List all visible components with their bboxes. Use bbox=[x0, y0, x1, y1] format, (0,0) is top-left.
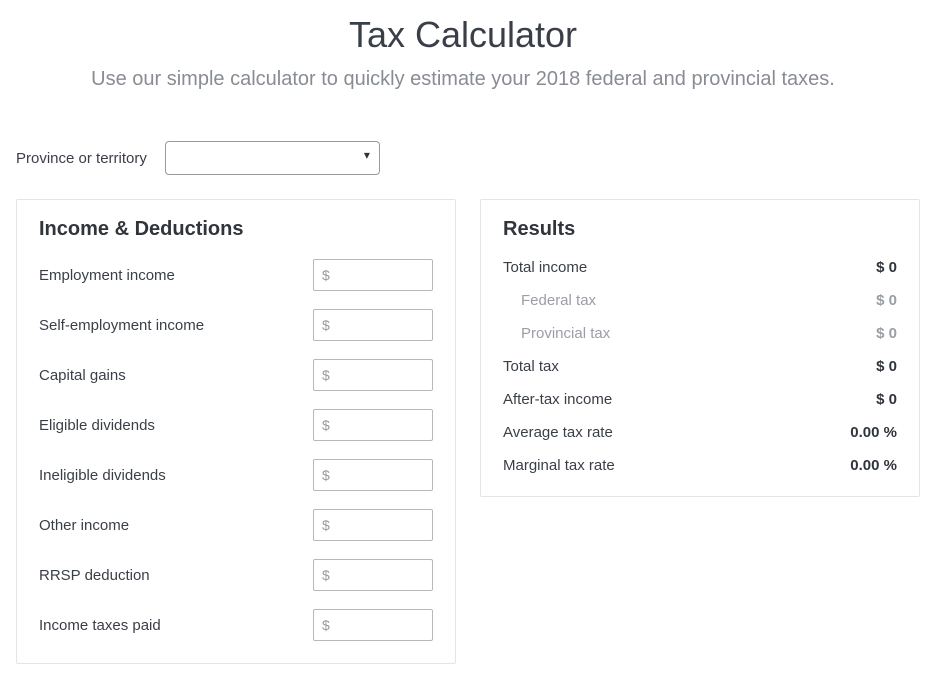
result-marginal-rate-value: 0.00 % bbox=[850, 457, 897, 474]
result-avg-rate-row: Average tax rate 0.00 % bbox=[503, 424, 897, 441]
province-label: Province or territory bbox=[16, 150, 147, 167]
eligible-dividends-row: Eligible dividends bbox=[39, 409, 433, 441]
page-title: Tax Calculator bbox=[16, 14, 910, 56]
province-select[interactable] bbox=[165, 141, 380, 175]
result-after-tax-income-row: After-tax income $ 0 bbox=[503, 391, 897, 408]
self-employment-income-row: Self-employment income bbox=[39, 309, 433, 341]
result-federal-tax-label: Federal tax bbox=[503, 292, 596, 309]
employment-income-label: Employment income bbox=[39, 267, 175, 284]
income-panel: Income & Deductions Employment income Se… bbox=[16, 199, 456, 664]
result-federal-tax-row: Federal tax $ 0 bbox=[503, 292, 897, 309]
result-total-income-value: $ 0 bbox=[876, 259, 897, 276]
result-federal-tax-value: $ 0 bbox=[876, 292, 897, 309]
ineligible-dividends-input[interactable] bbox=[313, 459, 433, 491]
result-marginal-rate-row: Marginal tax rate 0.00 % bbox=[503, 457, 897, 474]
result-marginal-rate-label: Marginal tax rate bbox=[503, 457, 615, 474]
result-avg-rate-label: Average tax rate bbox=[503, 424, 613, 441]
result-provincial-tax-value: $ 0 bbox=[876, 325, 897, 342]
self-employment-income-input[interactable] bbox=[313, 309, 433, 341]
self-employment-income-label: Self-employment income bbox=[39, 317, 204, 334]
result-provincial-tax-label: Provincial tax bbox=[503, 325, 610, 342]
capital-gains-input[interactable] bbox=[313, 359, 433, 391]
result-total-income-row: Total income $ 0 bbox=[503, 259, 897, 276]
other-income-label: Other income bbox=[39, 517, 129, 534]
result-provincial-tax-row: Provincial tax $ 0 bbox=[503, 325, 897, 342]
eligible-dividends-label: Eligible dividends bbox=[39, 417, 155, 434]
income-heading: Income & Deductions bbox=[39, 218, 433, 241]
result-total-income-label: Total income bbox=[503, 259, 587, 276]
employment-income-input[interactable] bbox=[313, 259, 433, 291]
employment-income-row: Employment income bbox=[39, 259, 433, 291]
result-avg-rate-value: 0.00 % bbox=[850, 424, 897, 441]
rrsp-deduction-input[interactable] bbox=[313, 559, 433, 591]
results-heading: Results bbox=[503, 218, 897, 241]
other-income-row: Other income bbox=[39, 509, 433, 541]
ineligible-dividends-label: Ineligible dividends bbox=[39, 467, 166, 484]
result-total-tax-label: Total tax bbox=[503, 358, 559, 375]
results-panel: Results Total income $ 0 Federal tax $ 0… bbox=[480, 199, 920, 497]
result-after-tax-income-value: $ 0 bbox=[876, 391, 897, 408]
result-after-tax-income-label: After-tax income bbox=[503, 391, 612, 408]
capital-gains-row: Capital gains bbox=[39, 359, 433, 391]
income-taxes-paid-input[interactable] bbox=[313, 609, 433, 641]
result-total-tax-value: $ 0 bbox=[876, 358, 897, 375]
page-subtitle: Use our simple calculator to quickly est… bbox=[16, 68, 910, 91]
ineligible-dividends-row: Ineligible dividends bbox=[39, 459, 433, 491]
other-income-input[interactable] bbox=[313, 509, 433, 541]
province-row: Province or territory bbox=[16, 141, 910, 175]
rrsp-deduction-label: RRSP deduction bbox=[39, 567, 150, 584]
eligible-dividends-input[interactable] bbox=[313, 409, 433, 441]
result-total-tax-row: Total tax $ 0 bbox=[503, 358, 897, 375]
capital-gains-label: Capital gains bbox=[39, 367, 126, 384]
income-taxes-paid-label: Income taxes paid bbox=[39, 617, 161, 634]
rrsp-deduction-row: RRSP deduction bbox=[39, 559, 433, 591]
income-taxes-paid-row: Income taxes paid bbox=[39, 609, 433, 641]
